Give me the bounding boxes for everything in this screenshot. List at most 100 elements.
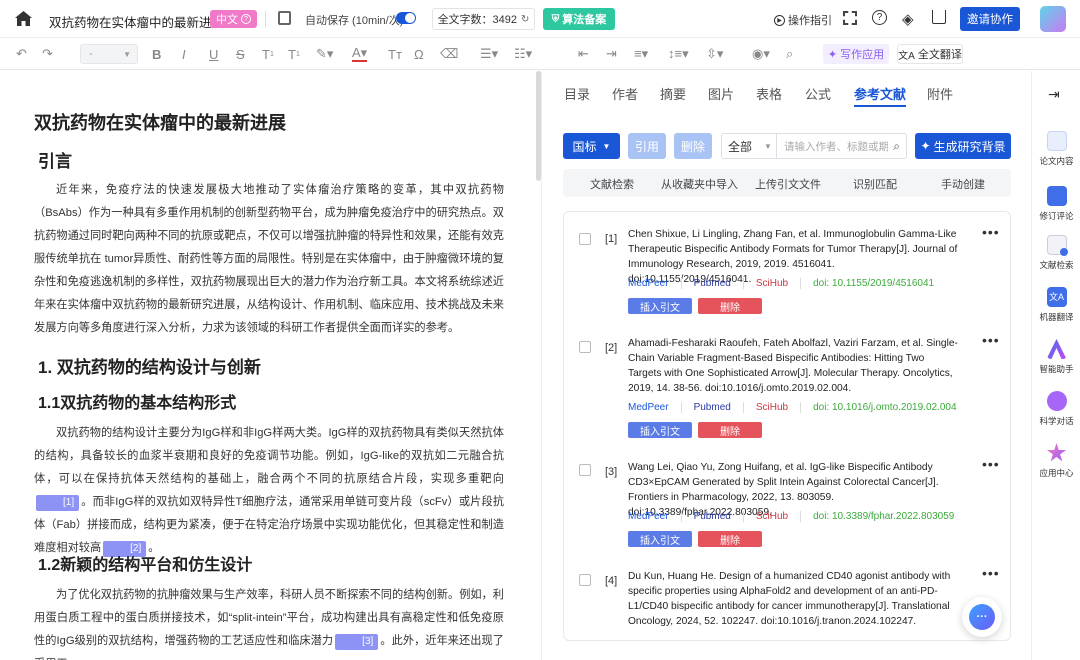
doi-link[interactable]: doi: 10.1155/2019/4516041	[801, 278, 946, 289]
sidebar-item-literature[interactable]: 文献检索	[1032, 235, 1080, 271]
reference-checkbox[interactable]	[579, 341, 591, 353]
insert-icon[interactable]: ◉▾	[752, 46, 770, 62]
medpeer-link[interactable]: MedPeer	[628, 402, 682, 413]
tab-abstract[interactable]: 摘要	[660, 84, 686, 103]
align-icon[interactable]: ≡▾	[634, 46, 648, 62]
outdent-icon[interactable]: ⇤	[578, 46, 589, 62]
bold-icon[interactable]: B	[152, 46, 161, 62]
search-icon[interactable]: ⌕	[786, 46, 793, 62]
subtab-upload[interactable]: 上传引文文件	[755, 176, 821, 192]
delete-selected-button[interactable]: 删除	[674, 133, 712, 159]
reference-checkbox[interactable]	[579, 464, 591, 476]
font-size-icon[interactable]: Tт	[388, 46, 402, 62]
save-icon[interactable]	[278, 11, 291, 25]
translate-button[interactable]: 文A 全文翻译	[897, 44, 963, 64]
collapse-icon[interactable]: ⇥	[1048, 86, 1060, 103]
sidebar-item-assistant[interactable]: 智能助手	[1032, 339, 1080, 375]
reference-checkbox[interactable]	[579, 574, 591, 586]
reference-panel: 目录 作者 摘要 图片 表格 公式 参考文献 附件 国标 ▼ 引用 删除 全部 ▼ …	[541, 71, 1031, 660]
tab-tables[interactable]: 表格	[756, 84, 782, 103]
filter-select[interactable]: 全部 ▼	[721, 133, 776, 159]
insert-citation-button[interactable]: 插入引文	[628, 298, 692, 314]
lang-badge[interactable]: 中文 ?	[210, 10, 257, 28]
share-icon[interactable]	[932, 10, 946, 24]
subtab-match[interactable]: 识别匹配	[853, 176, 897, 192]
insert-citation-button[interactable]: 插入引文	[628, 531, 692, 547]
ordered-list-icon[interactable]: ☷▾	[514, 46, 532, 62]
tab-toc[interactable]: 目录	[564, 84, 590, 103]
help-icon[interactable]: ?	[872, 10, 887, 25]
invite-button[interactable]: 邀请协作	[960, 7, 1020, 31]
clear-format-icon[interactable]: ⌫	[440, 46, 458, 62]
layers-icon[interactable]: ◈	[902, 10, 914, 28]
sidebar-item-apps[interactable]: 应用中心	[1032, 443, 1080, 479]
citation-marker[interactable]: [1]	[36, 495, 80, 511]
insert-citation-button[interactable]: 插入引文	[628, 422, 692, 438]
highlight-icon[interactable]: ✎▾	[316, 46, 333, 62]
more-icon[interactable]: •••	[982, 565, 1000, 581]
more-icon[interactable]: •••	[982, 224, 1000, 240]
sidebar-item-translate[interactable]: 文A 机器翻译	[1032, 287, 1080, 323]
word-count: 全文字数：3492 ↻	[432, 8, 535, 30]
pubmed-link[interactable]: Pubmed	[682, 402, 744, 413]
delete-reference-button[interactable]: 删除	[698, 298, 762, 314]
underline-icon[interactable]: U	[209, 46, 218, 62]
scihub-link[interactable]: SciHub	[744, 278, 802, 289]
autosave-toggle[interactable]	[396, 12, 416, 24]
document-editor[interactable]: 双抗药物在实体瘤中的最新进展 引言 近年来，免疫疗法的快速发展极大地推动了实体瘤…	[0, 71, 538, 660]
unordered-list-icon[interactable]: ☰▾	[480, 46, 498, 62]
home-icon[interactable]	[15, 11, 32, 26]
sidebar-item-revision[interactable]: 修订评论	[1032, 186, 1080, 222]
line-height-icon[interactable]: ↕≡▾	[668, 46, 689, 62]
guide-button[interactable]: ▶ 操作指引	[774, 12, 832, 28]
more-icon[interactable]: •••	[982, 456, 1000, 472]
reference-checkbox[interactable]	[579, 233, 591, 245]
chat-assistant-icon[interactable]: ···	[962, 597, 1002, 637]
medpeer-link[interactable]: MedPeer	[628, 511, 682, 522]
style-select[interactable]: - ▼	[80, 44, 138, 64]
scihub-link[interactable]: SciHub	[744, 402, 802, 413]
tab-references[interactable]: 参考文献	[854, 84, 906, 103]
generate-background-button[interactable]: ✦ 生成研究背景	[915, 133, 1011, 159]
superscript-icon[interactable]: T1	[262, 46, 274, 62]
indent-icon[interactable]: ⇥	[606, 46, 617, 62]
pubmed-link[interactable]: Pubmed	[682, 278, 744, 289]
font-color-icon[interactable]: A▾	[352, 45, 368, 62]
delete-reference-button[interactable]: 删除	[698, 531, 762, 547]
refresh-icon[interactable]: ↻	[521, 14, 529, 25]
subtab-search[interactable]: 文献检索	[590, 176, 634, 192]
medpeer-link[interactable]: MedPeer	[628, 278, 682, 289]
more-icon[interactable]: •••	[982, 332, 1000, 348]
strikethrough-icon[interactable]: S	[236, 46, 245, 62]
subscript-icon[interactable]: T1	[288, 46, 300, 62]
subtab-import-favorites[interactable]: 从收藏夹中导入	[661, 176, 738, 192]
subtab-manual[interactable]: 手动创建	[941, 176, 985, 192]
app-center-icon	[1046, 443, 1067, 462]
redo-icon[interactable]: ↷	[42, 46, 53, 62]
tab-attachments[interactable]: 附件	[927, 84, 953, 103]
cite-button[interactable]: 引用	[628, 133, 666, 159]
italic-icon[interactable]: I	[182, 46, 186, 62]
tab-images[interactable]: 图片	[708, 84, 734, 103]
special-char-icon[interactable]: Ω	[414, 46, 424, 62]
fullscreen-icon[interactable]	[843, 11, 857, 25]
doc-title[interactable]: 双抗药物在实体瘤中的最新进展	[49, 12, 224, 31]
sidebar-item-content[interactable]: 论文内容	[1032, 131, 1080, 167]
tab-authors[interactable]: 作者	[612, 84, 638, 103]
region-dropdown[interactable]: 国标 ▼	[563, 133, 620, 159]
avatar[interactable]	[1040, 6, 1066, 32]
doi-link[interactable]: doi: 10.1016/j.omto.2019.02.004	[801, 402, 968, 413]
algo-badge[interactable]: ⛨ 算法备案	[543, 8, 615, 30]
pubmed-link[interactable]: Pubmed	[682, 511, 744, 522]
doi-link[interactable]: doi: 10.3389/fphar.2022.803059	[801, 511, 966, 522]
ai-write-button[interactable]: ✦ 写作应用	[823, 44, 889, 64]
tab-formulas[interactable]: 公式	[805, 84, 831, 103]
paragraph-spacing-icon[interactable]: ⇳▾	[706, 46, 723, 62]
scihub-link[interactable]: SciHub	[744, 511, 802, 522]
sidebar-item-chat[interactable]: 科学对话	[1032, 391, 1080, 427]
undo-icon[interactable]: ↶	[16, 46, 27, 62]
citation-marker[interactable]: [3]	[335, 634, 379, 650]
search-input[interactable]: 请输入作者、标题或期刊 ⌕	[776, 133, 907, 159]
delete-reference-button[interactable]: 删除	[698, 422, 762, 438]
search-icon[interactable]: ⌕	[893, 139, 900, 154]
